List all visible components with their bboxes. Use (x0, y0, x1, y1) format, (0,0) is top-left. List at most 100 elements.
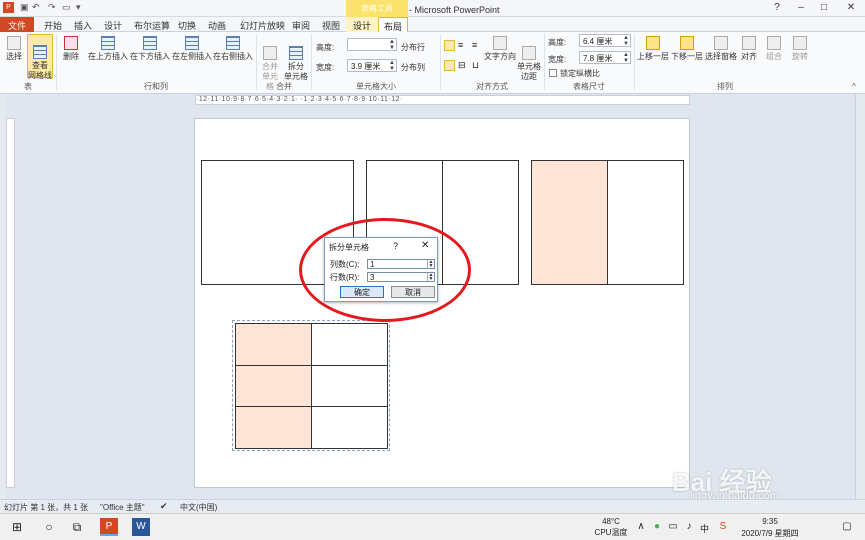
align-left-icon[interactable] (444, 40, 455, 51)
tab-table-layout[interactable]: 布局 (378, 17, 408, 32)
cell-width-spinner[interactable]: 3.9 厘米 ▲ ▼ (347, 59, 397, 72)
group-label-rows-cols: 行和列 (144, 82, 168, 91)
tab-view[interactable]: 视图 (322, 19, 340, 32)
table-cell-highlighted[interactable] (235, 323, 312, 366)
cpu-temp-label: CPU温度 (594, 528, 628, 537)
annotation-ellipse (299, 218, 471, 322)
table-width-spinner[interactable]: 7.8 厘米 ▲ ▼ (579, 51, 631, 64)
maximize-button[interactable]: □ (815, 2, 833, 13)
tab-review[interactable]: 审阅 (292, 19, 310, 32)
search-icon[interactable]: ○ (40, 518, 58, 536)
bring-forward-button[interactable]: 上移一层 (636, 36, 670, 62)
spinner-arrows-icon[interactable]: ▲ ▼ (389, 39, 395, 51)
powerpoint-taskbar-icon[interactable]: P (100, 518, 118, 536)
lock-ratio-checkbox[interactable] (549, 69, 557, 77)
vertical-ruler (6, 118, 15, 488)
align-button[interactable]: 对齐 (739, 36, 759, 62)
insert-above-button[interactable]: 在上方插入 (88, 36, 128, 62)
table-cell[interactable] (311, 406, 388, 449)
cell-margins-button[interactable]: 单元格 边距 (516, 36, 542, 82)
group-button[interactable]: 组合 (764, 36, 784, 62)
clock-time[interactable]: 9:35 (738, 517, 802, 526)
spinner-arrows-icon[interactable]: ▲ ▼ (623, 52, 629, 64)
close-button[interactable]: ✕ (842, 2, 860, 13)
vertical-scrollbar[interactable] (855, 94, 865, 499)
tab-transitions[interactable]: 切换 (178, 19, 196, 32)
group-icon (767, 36, 781, 50)
view-gridlines-button[interactable]: 查看 网格线 (27, 34, 53, 80)
delete-table-icon (64, 36, 78, 50)
table-cell-highlighted[interactable] (235, 406, 312, 449)
group-label-table-size: 表格尺寸 (573, 82, 605, 91)
distribute-cols-button[interactable]: 分布列 (401, 62, 425, 73)
insert-right-icon (226, 36, 240, 50)
align-middle-icon[interactable]: ⊟ (458, 60, 466, 71)
cell-margins-icon (522, 46, 536, 60)
align-top-icon[interactable] (444, 60, 455, 71)
tab-insert[interactable]: 插入 (74, 19, 92, 32)
table-cell[interactable] (311, 365, 388, 407)
table-cell[interactable] (607, 160, 684, 285)
collapse-ribbon-icon[interactable]: ^ (852, 82, 856, 91)
table-cell[interactable] (311, 323, 388, 366)
spinner-arrows-icon[interactable]: ▲ ▼ (389, 60, 395, 72)
delete-button[interactable]: 删除 (60, 36, 82, 62)
theme-name: "Office 主题" (100, 503, 145, 512)
merge-cells-icon (263, 46, 277, 60)
cell-height-label: 高度: (316, 43, 335, 52)
minimize-button[interactable]: – (792, 2, 810, 13)
table-cell-highlighted[interactable] (235, 365, 312, 407)
title-bar: P ▣ ↶ ↷ ▭ ▾ 演示文稿1 - Microsoft PowerPoint… (0, 0, 865, 17)
text-direction-button[interactable]: 文字方向 (484, 36, 516, 62)
selection-pane-icon (714, 36, 728, 50)
insert-below-icon (143, 36, 157, 50)
window-title: 演示文稿1 - Microsoft PowerPoint (365, 5, 500, 15)
notification-icon[interactable]: ▢ (838, 518, 856, 536)
tab-boolean[interactable]: 布尔运算 (134, 19, 170, 32)
ime-indicator[interactable]: 中 (700, 522, 709, 535)
help-icon[interactable]: ? (768, 2, 786, 13)
spinner-arrows-icon[interactable]: ▲ ▼ (623, 35, 629, 47)
table-height-label: 高度: (548, 38, 567, 47)
tab-table-design[interactable]: 设计 (346, 17, 378, 32)
tab-animations[interactable]: 动画 (208, 19, 226, 32)
align-right-icon[interactable]: ≡ (472, 40, 477, 50)
spellcheck-icon[interactable]: ✔ (160, 501, 168, 512)
distribute-rows-button[interactable]: 分布行 (401, 42, 425, 53)
group-label-merge: 合并 (276, 82, 292, 91)
volume-icon[interactable]: ♪ (680, 518, 698, 536)
insert-below-button[interactable]: 在下方插入 (130, 36, 170, 62)
align-bottom-icon[interactable]: ⊔ (472, 60, 479, 71)
split-cells-icon (289, 46, 303, 60)
insert-above-icon (101, 36, 115, 50)
tab-slideshow[interactable]: 幻灯片放映 (240, 19, 285, 32)
rotate-button[interactable]: 旋转 (790, 36, 810, 62)
word-taskbar-icon[interactable]: W (132, 518, 150, 536)
task-view-icon[interactable]: ⧉ (68, 518, 86, 536)
tab-file[interactable]: 文件 (0, 17, 34, 32)
insert-right-button[interactable]: 在右侧插入 (213, 36, 253, 62)
split-cells-button[interactable]: 拆分 单元格 (284, 36, 308, 82)
sogou-ime-icon[interactable]: S (714, 518, 732, 536)
text-direction-icon (493, 36, 507, 50)
clock-date[interactable]: 2020/7/9 星期四 (734, 528, 806, 539)
insert-left-button[interactable]: 在左侧插入 (172, 36, 212, 62)
selection-pane-button[interactable]: 选择窗格 (704, 36, 738, 62)
ribbon: 选择 查看 网格线 表 删除 在上方插入 在下方插入 在左侧插入 在右侧插入 行… (0, 32, 865, 94)
table-cell-highlighted[interactable] (531, 160, 608, 285)
group-label-arrange: 排列 (717, 82, 733, 91)
table-width-label: 宽度: (548, 55, 567, 64)
ribbon-tabs: 文件 开始 插入 设计 布尔运算 切换 动画 幻灯片放映 审阅 视图 设计 布局 (0, 17, 865, 32)
gridlines-icon (33, 45, 47, 59)
windows-start-icon[interactable]: ⊞ (8, 518, 26, 536)
table-height-spinner[interactable]: 6.4 厘米 ▲ ▼ (579, 34, 631, 47)
align-icon (742, 36, 756, 50)
tab-home[interactable]: 开始 (44, 19, 62, 32)
align-center-icon[interactable]: ≡ (458, 40, 463, 50)
send-backward-button[interactable]: 下移一层 (670, 36, 704, 62)
tab-design[interactable]: 设计 (104, 19, 122, 32)
status-bar: 幻灯片 第 1 张，共 1 张 "Office 主题" ✔ 中文(中国) (0, 499, 865, 513)
group-label-alignment: 对齐方式 (476, 82, 508, 91)
cell-height-spinner[interactable]: ▲ ▼ (347, 38, 397, 51)
select-button[interactable]: 选择 (4, 36, 24, 62)
